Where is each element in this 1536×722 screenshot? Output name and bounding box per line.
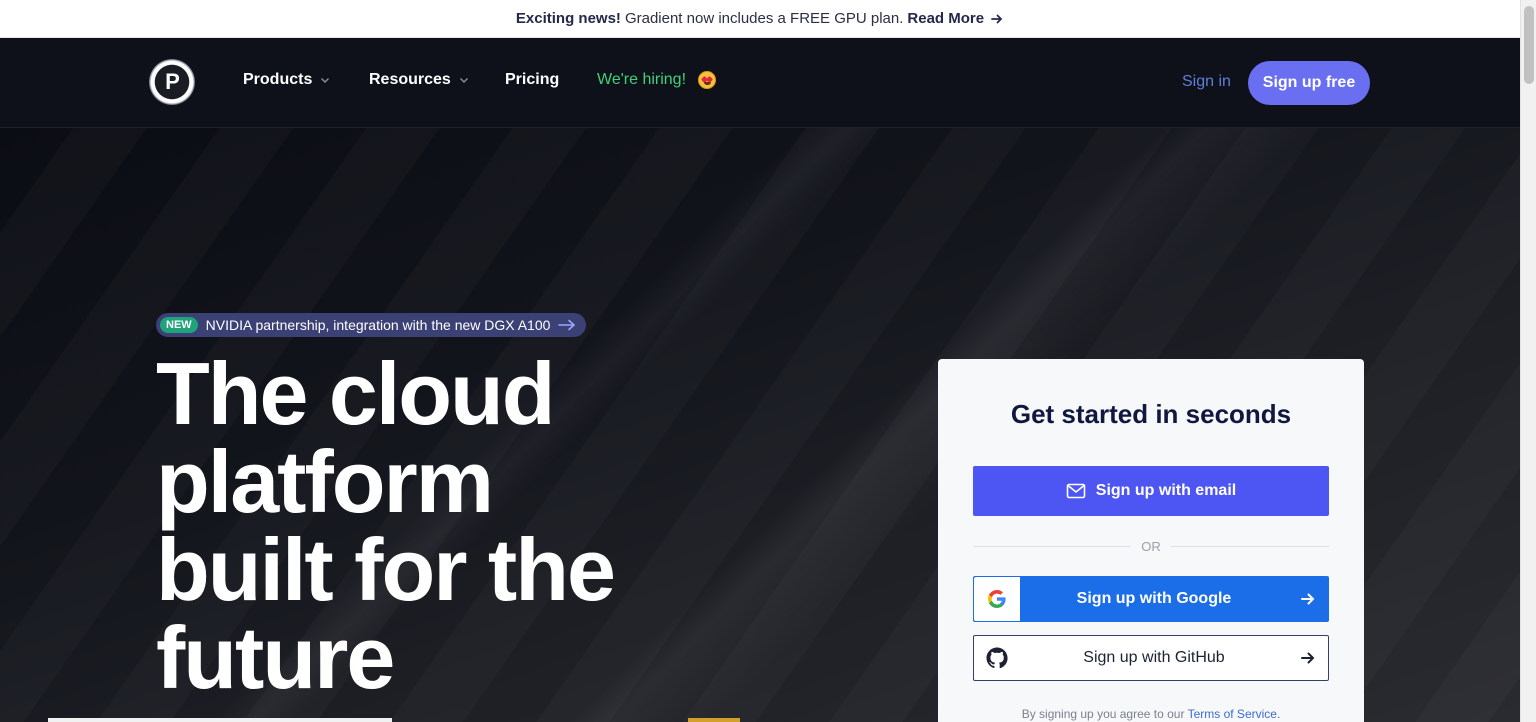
- logo[interactable]: P: [149, 59, 195, 105]
- headline-line: future: [156, 608, 395, 707]
- sign-up-google-button[interactable]: Sign up with Google: [973, 576, 1329, 622]
- card-title: Get started in seconds: [1010, 399, 1292, 429]
- github-icon: [986, 647, 1008, 669]
- read-more-link[interactable]: Read More: [907, 10, 1004, 27]
- page-scrollbar[interactable]: [1520, 0, 1536, 722]
- sign-up-github-button[interactable]: Sign up with GitHub: [973, 635, 1329, 681]
- announcement-prefix: Exciting news!: [515, 10, 621, 27]
- headline-line: platform: [156, 432, 494, 531]
- terms-of-service-link[interactable]: Terms of Service.: [1188, 707, 1281, 721]
- arrow-right-icon: [991, 14, 1003, 23]
- headline-line: The cloud: [156, 344, 556, 443]
- sign-in-link[interactable]: Sign in: [1182, 73, 1231, 91]
- mail-icon: [1066, 483, 1086, 499]
- hiring-label: We're hiring!: [597, 71, 687, 88]
- nav-item-products[interactable]: Products: [243, 71, 330, 89]
- star-eyes-emoji-icon: [698, 71, 717, 89]
- new-badge: NEW: [160, 317, 198, 333]
- github-button-label: Sign up with GitHub: [1083, 649, 1225, 666]
- headline-line: built for the: [156, 520, 616, 619]
- nav-item-label: Resources: [369, 71, 451, 88]
- hiring-link[interactable]: We're hiring!: [597, 71, 717, 89]
- nav-item-label: Pricing: [505, 71, 560, 88]
- bottom-strip-accent: [688, 718, 740, 722]
- announcement-bar: Exciting news! Gradient now includes a F…: [0, 0, 1520, 38]
- email-button-label: Sign up with email: [1095, 482, 1237, 499]
- pill-text: NVIDIA partnership, integration with the…: [205, 317, 551, 333]
- nav-item-label: Products: [243, 71, 313, 88]
- announcement-text: Gradient now includes a FREE GPU plan.: [624, 10, 904, 27]
- hero-section: NEW NVIDIA partnership, integration with…: [0, 128, 1520, 722]
- scrollbar-thumb[interactable]: [1524, 6, 1534, 84]
- arrow-right-icon: [1301, 652, 1315, 664]
- google-icon: [988, 590, 1006, 608]
- logo-letter: P: [165, 69, 180, 94]
- google-icon-box: [974, 577, 1020, 621]
- chevron-down-icon: [321, 78, 330, 83]
- sign-up-free-button[interactable]: Sign up free: [1248, 61, 1370, 105]
- read-more-label: Read More: [907, 10, 985, 27]
- hero-headline: The cloud platform built for the future: [156, 350, 776, 702]
- bottom-strip: [48, 718, 392, 722]
- terms-prefix: By signing up you agree to our: [1021, 707, 1185, 721]
- nav-item-resources[interactable]: Resources: [369, 71, 469, 89]
- or-label: OR: [1141, 538, 1161, 554]
- or-divider: OR: [973, 537, 1329, 555]
- top-navbar: P Products Resources Pricing We're hirin…: [0, 38, 1520, 128]
- arrow-right-icon: [558, 319, 576, 331]
- announcement-pill[interactable]: NEW NVIDIA partnership, integration with…: [156, 313, 587, 337]
- chevron-down-icon: [459, 78, 468, 83]
- github-icon-box: [974, 636, 1020, 680]
- terms-text: By signing up you agree to our Terms of …: [938, 707, 1364, 721]
- sign-up-email-button[interactable]: Sign up with email: [973, 466, 1329, 516]
- arrow-right-icon: [1301, 593, 1315, 605]
- google-button-label: Sign up with Google: [1076, 590, 1232, 607]
- signup-card: Get started in seconds Sign up with emai…: [938, 359, 1364, 722]
- nav-item-pricing[interactable]: Pricing: [505, 71, 559, 89]
